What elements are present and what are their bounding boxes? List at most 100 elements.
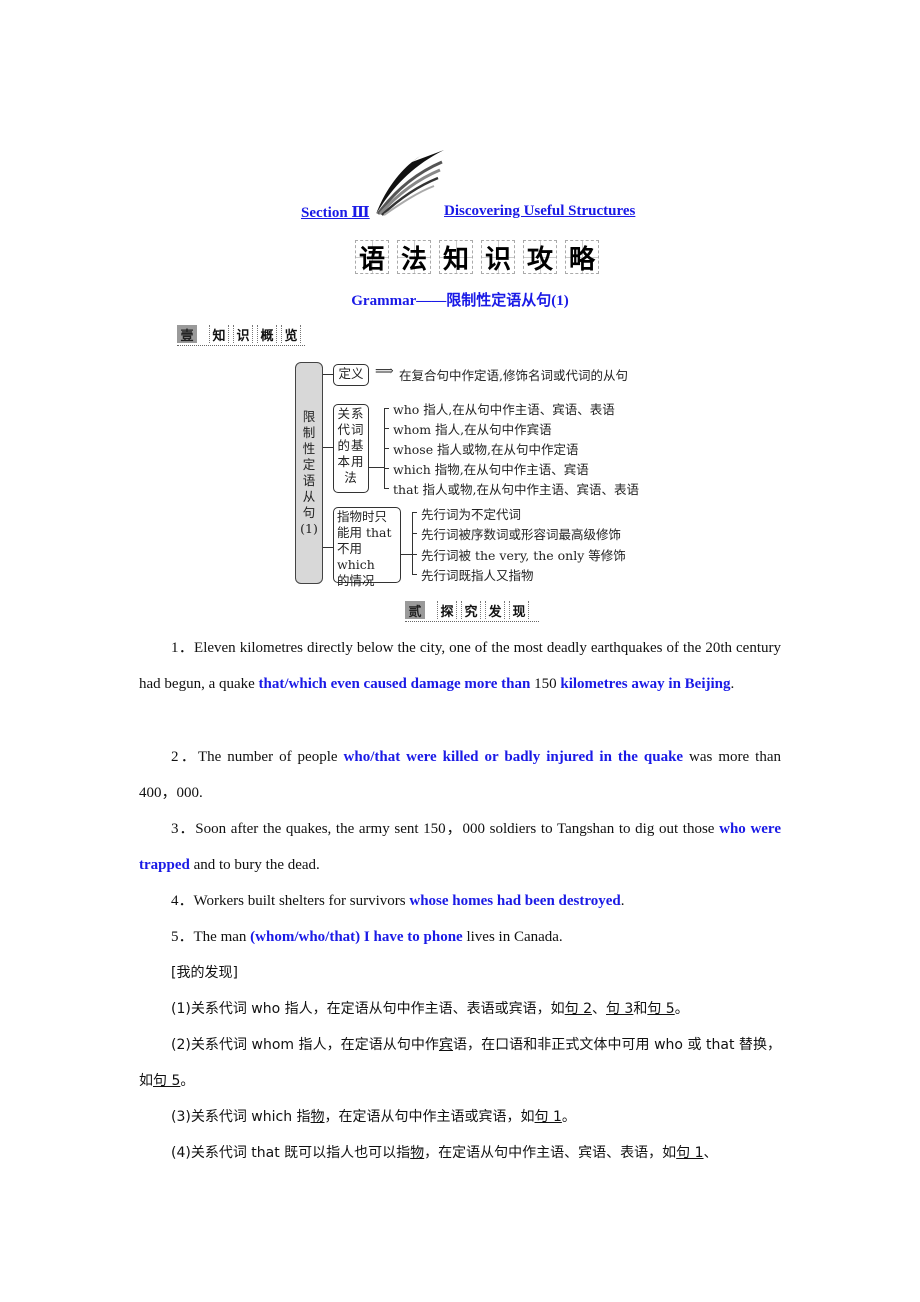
answer-text: (whom/who/that) I have to phone	[250, 929, 463, 945]
title-char: 略	[565, 240, 599, 275]
bracket-tick	[384, 488, 389, 489]
bracket-tick	[412, 512, 417, 513]
section-char: 究	[461, 601, 481, 620]
underlined-answer: 句 5	[647, 1001, 675, 1017]
section-title: Section Ⅲ Discovering Useful Structures	[0, 200, 920, 224]
title-char: 语	[355, 240, 389, 275]
title-char: 法	[397, 240, 431, 275]
underlined-answer: 宾	[438, 1037, 454, 1053]
example-sentence: 5．The man (whom/who/that) I have to phon…	[139, 919, 781, 955]
sentence-text: Workers built shelters for survivors	[193, 893, 410, 909]
definition-text: 在复合句中作定语,修饰名词或代词的从句	[399, 368, 628, 383]
answer-text: that/which even caused damage more than	[258, 676, 531, 692]
knowledge-diagram: 限 制 性 定 语 从 句 (1) 定义 ⟹ 在复合句中作定语,修饰名词或代词的…	[295, 362, 675, 588]
section-char: 知	[209, 325, 229, 344]
bracket-tick	[412, 533, 417, 534]
finding-text: ，在定语从句中作主语、宾语、表语，如	[424, 1145, 677, 1161]
that-item: 先行词既指人又指物	[421, 568, 534, 583]
bracket-tick	[412, 574, 417, 575]
finding-text: 、	[591, 1001, 606, 1017]
finding-text: 、	[703, 1145, 718, 1161]
bracket-tick	[412, 554, 417, 555]
sentence-text: The number of people	[197, 749, 344, 765]
finding-text: (4)关系代词 that 既可以指人也可以指	[171, 1145, 411, 1161]
grammar-subtitle: Grammar——限制性定语从句(1)	[351, 293, 569, 309]
finding-item: (4)关系代词 that 既可以指人也可以指物，在定语从句中作主语、宾语、表语，…	[139, 1135, 781, 1171]
root-char: 定	[302, 457, 316, 472]
example-sentence: 2．The number of people who/that were kil…	[139, 739, 781, 811]
that-label-line: 的情况	[337, 573, 375, 588]
that-label-line: 指物时只	[337, 509, 388, 524]
relative-item: who 指人,在从句中作主语、宾语、表语	[393, 402, 615, 417]
finding-text: 。	[180, 1073, 195, 1089]
example-sentence: 4．Workers built shelters for survivors w…	[139, 883, 781, 919]
root-char: 制	[302, 425, 316, 440]
finding-text: (3)关系代词 which 指	[171, 1109, 311, 1125]
sentence-text: .	[620, 893, 625, 909]
sentence-text: The man	[193, 929, 251, 945]
underlined-answer: 句 1	[534, 1109, 562, 1125]
bracket-line	[412, 512, 413, 574]
finding-text: (2)关系代词 whom 指人，在定语从句中作	[171, 1037, 439, 1053]
underlined-answer: 句 1	[676, 1145, 704, 1161]
connector-line	[400, 554, 412, 555]
finding-text: ，在定语从句中作主语或宾语，如	[324, 1109, 535, 1125]
answer-text: whose homes had been destroyed	[409, 893, 621, 909]
section-title-link[interactable]: Discovering Useful Structures	[444, 203, 635, 220]
bracket-tick	[384, 408, 389, 409]
that-item: 先行词被序数词或形容词最高级修饰	[421, 527, 622, 542]
relative-pronoun-box: 关系代词的基本用法	[333, 404, 369, 493]
root-char: 语	[302, 473, 316, 488]
title-char: 攻	[523, 240, 557, 275]
section-header-explore: 贰 探 究 发 现	[405, 601, 539, 622]
connector-line	[323, 374, 333, 375]
section-label-link[interactable]: Section Ⅲ	[301, 203, 370, 222]
that-label-line: 能用 that	[337, 525, 392, 540]
sentence-text: .	[730, 676, 735, 692]
finding-text: 。	[674, 1001, 689, 1017]
diagram-root-box: 限 制 性 定 语 从 句 (1)	[295, 362, 323, 584]
section-char: 现	[509, 601, 529, 620]
sentence-number: 2．	[171, 749, 198, 765]
bracket-tick	[384, 448, 389, 449]
section-char: 识	[233, 325, 253, 344]
connector-line	[323, 447, 333, 448]
section-number-badge: 贰	[405, 601, 425, 620]
section-char: 发	[485, 601, 505, 620]
that-item: 先行词被 the very, the only 等修饰	[421, 548, 626, 563]
underlined-answer: 句 3	[605, 1001, 634, 1017]
section-header-overview: 壹 知 识 概 览	[177, 325, 305, 346]
root-char: 从	[302, 489, 316, 504]
relative-item: whom 指人,在从句中作宾语	[393, 422, 552, 437]
root-char: 句	[302, 505, 316, 520]
sentence-number: 1．	[171, 640, 195, 656]
section-number-badge: 壹	[177, 325, 197, 344]
sentence-number: 5．	[171, 929, 194, 945]
sentence-number: 3．	[171, 821, 196, 837]
bracket-tick	[384, 428, 389, 429]
finding-item: (1)关系代词 who 指人，在定语从句中作主语、表语或宾语，如句 2、句 3和…	[139, 991, 781, 1027]
root-char: 性	[302, 441, 316, 456]
finding-text: (1)关系代词 who 指人，在定语从句中作主语、表语或宾语，如	[171, 1001, 565, 1017]
findings-heading: [我的发现]	[139, 955, 781, 991]
example-sentence: 3．Soon after the quakes, the army sent 1…	[139, 811, 781, 883]
that-label-line: 不用which	[337, 541, 375, 572]
finding-text: 。	[561, 1109, 576, 1125]
finding-text: 和	[633, 1001, 648, 1017]
example-sentence: 1．Eleven kilometres directly below the c…	[139, 630, 781, 702]
title-char: 知	[439, 240, 473, 275]
underlined-answer: 物	[310, 1109, 325, 1125]
finding-item: (3)关系代词 which 指物，在定语从句中作主语或宾语，如句 1。	[139, 1099, 781, 1135]
main-title: 语 法 知 识 攻 略	[355, 240, 599, 275]
sentence-text: and to bury the dead.	[189, 857, 320, 873]
findings-heading-text: [我的发现]	[171, 965, 238, 981]
answer-text: kilometres away in Beijing	[560, 676, 731, 692]
root-char: (1)	[300, 521, 318, 536]
sentence-number: 4．	[171, 893, 194, 909]
section-char: 览	[281, 325, 301, 344]
connector-line	[368, 467, 384, 468]
sentence-text: lives in Canada.	[462, 929, 563, 945]
bracket-tick	[384, 468, 389, 469]
relative-item: that 指人或物,在从句中作主语、宾语、表语	[393, 482, 639, 497]
section-char: 概	[257, 325, 277, 344]
